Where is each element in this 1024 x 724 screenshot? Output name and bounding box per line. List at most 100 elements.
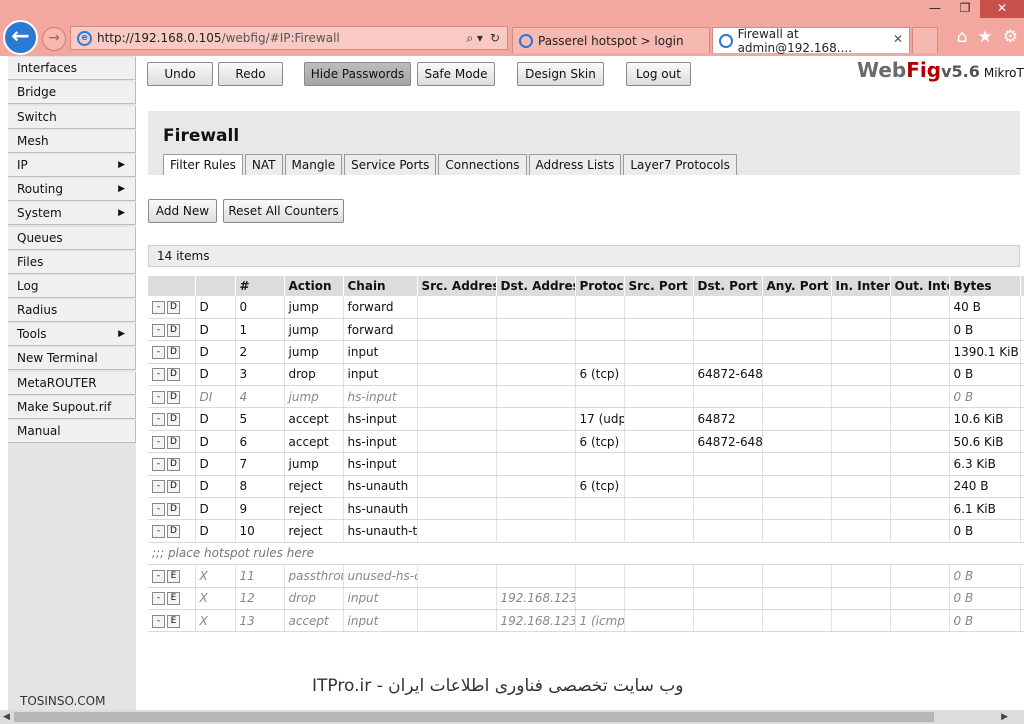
remove-rule-button[interactable]: - — [152, 323, 165, 337]
close-window-button[interactable]: ✕ — [980, 0, 1024, 18]
table-row[interactable]: -DD9rejecths-unauth6.1 KiB5 — [148, 497, 1024, 521]
log-out-button[interactable]: Log out — [626, 62, 691, 86]
sidebar-item-switch[interactable]: Switch — [8, 105, 136, 129]
sidebar-item-tools[interactable]: Tools ▶ — [8, 323, 136, 347]
table-row[interactable]: - D D 0 jump forward 40 B — [148, 296, 1024, 319]
disable-rule-button[interactable]: D — [167, 502, 180, 516]
column-header[interactable]: Src. Port — [624, 276, 694, 296]
enable-rule-button[interactable]: E — [167, 614, 180, 628]
sidebar-item-ip[interactable]: IP ▶ — [8, 153, 136, 177]
table-row[interactable]: -DD7jumphs-input6.3 KiB5 — [148, 452, 1024, 476]
tab-filter-rules[interactable]: Filter Rules — [163, 154, 243, 175]
column-header[interactable]: Dst. Port — [693, 276, 763, 296]
disable-rule-button[interactable]: D — [167, 368, 180, 382]
remove-rule-button[interactable]: - — [152, 435, 165, 449]
address-bar[interactable]: e http://192.168.0.105/webfig/#IP:Firewa… — [70, 26, 508, 50]
table-row[interactable]: -DD3dropinput6 (tcp)64872-64870 B0 — [148, 363, 1024, 387]
redo-button[interactable]: Redo — [218, 62, 283, 86]
sidebar-item-routing[interactable]: Routing ▶ — [8, 178, 136, 202]
sidebar-item-files[interactable]: Files — [8, 250, 136, 274]
address-url[interactable]: http://192.168.0.105/webfig/#IP:Firewall — [97, 31, 466, 45]
enable-rule-button[interactable]: E — [167, 569, 180, 583]
search-icon[interactable]: ⌕ ▾ — [466, 31, 483, 46]
column-header[interactable]: Bytes — [949, 276, 1021, 296]
disable-rule-button[interactable]: D — [167, 525, 180, 539]
design-skin-button[interactable]: Design Skin — [517, 62, 604, 86]
scroll-left-icon[interactable]: ◀ — [3, 710, 10, 724]
home-icon[interactable]: ⌂ — [957, 27, 968, 47]
sidebar-item-interfaces[interactable]: Interfaces — [8, 57, 136, 81]
table-row[interactable]: - D D 5 accept hs-input 17 (udp 64872 10.6 KiB — [148, 407, 1024, 431]
disable-rule-button[interactable]: D — [167, 300, 180, 314]
table-row[interactable]: - D D 8 reject hs-unauth 6 (tcp) 240 B — [148, 475, 1024, 499]
column-header[interactable]: Src. Address — [417, 276, 497, 296]
remove-rule-button[interactable]: - — [152, 368, 165, 382]
table-row[interactable]: -DD2jumpinput1390.1 KiB6 — [148, 340, 1024, 364]
sidebar-item-radius[interactable]: Radius — [8, 299, 136, 323]
scroll-right-icon[interactable]: ▶ — [1001, 710, 1008, 724]
table-row[interactable]: -EX13acceptinput192.168.123.1 (icmp0 B0 — [148, 609, 1024, 633]
remove-rule-button[interactable]: - — [152, 502, 165, 516]
close-tab-icon[interactable]: ✕ — [893, 32, 903, 46]
sidebar-item-metarouter[interactable]: MetaROUTER — [8, 371, 136, 395]
sidebar-item-make-supout-rif[interactable]: Make Supout.rif — [8, 395, 136, 419]
sidebar-item-manual[interactable]: Manual — [8, 420, 136, 443]
maximize-button[interactable]: ❐ — [950, 0, 980, 18]
remove-rule-button[interactable]: - — [152, 300, 165, 314]
disable-rule-button[interactable]: D — [167, 390, 180, 404]
tab-address-lists[interactable]: Address Lists — [528, 154, 622, 175]
hide-passwords-button[interactable]: Hide Passwords — [304, 62, 411, 86]
add-new-button[interactable]: Add New — [148, 199, 217, 223]
new-tab-button[interactable] — [912, 27, 938, 53]
star-icon[interactable]: ★ — [978, 27, 993, 47]
sidebar-item-log[interactable]: Log — [8, 274, 136, 298]
refresh-icon[interactable]: ↻ — [490, 31, 500, 45]
remove-rule-button[interactable]: - — [152, 480, 165, 494]
column-header[interactable]: In. Interface — [831, 276, 891, 296]
column-header[interactable]: Dst. Address — [496, 276, 576, 296]
remove-rule-button[interactable]: - — [152, 390, 165, 404]
table-row[interactable]: -EX12dropinput192.168.123.0 B0 — [148, 587, 1024, 610]
remove-rule-button[interactable]: - — [152, 413, 165, 427]
table-row[interactable]: -DD6accepths-input6 (tcp)64872-648750.6 … — [148, 430, 1024, 454]
column-header[interactable]: Any. Port — [762, 276, 832, 296]
sidebar-item-system[interactable]: System ▶ — [8, 202, 136, 226]
enable-rule-button[interactable]: E — [167, 592, 180, 606]
table-row[interactable]: -EX11passthrouunused-hs-c0 B0 — [148, 564, 1024, 588]
sidebar-item-queues[interactable]: Queues — [8, 226, 136, 250]
table-row[interactable]: -DD1jumpforward0 B0 — [148, 318, 1024, 342]
disable-rule-button[interactable]: D — [167, 457, 180, 471]
tab-connections[interactable]: Connections — [438, 154, 527, 175]
tab-mangle[interactable]: Mangle — [284, 154, 343, 175]
tab-nat[interactable]: NAT — [244, 154, 283, 175]
back-button[interactable]: ← — [3, 20, 38, 55]
tab-service-ports[interactable]: Service Ports — [344, 154, 437, 175]
tab-layer7-protocols[interactable]: Layer7 Protocols — [623, 154, 737, 175]
disable-rule-button[interactable]: D — [167, 345, 180, 359]
browser-tab-firewall[interactable]: Firewall at admin@192.168.... ✕ — [712, 27, 910, 55]
table-row[interactable]: -DD10rejecths-unauth-to0 B0 — [148, 519, 1024, 543]
column-header[interactable]: Action — [284, 276, 344, 296]
remove-rule-button[interactable]: - — [152, 345, 165, 359]
scrollbar-thumb[interactable] — [14, 712, 934, 722]
column-header[interactable]: Packets — [1020, 276, 1024, 296]
column-header[interactable]: Protocol — [575, 276, 625, 296]
sidebar-item-bridge[interactable]: Bridge — [8, 81, 136, 105]
column-header[interactable]: # — [235, 276, 285, 296]
undo-button[interactable]: Undo — [147, 62, 213, 86]
gear-icon[interactable]: ⚙ — [1003, 27, 1018, 47]
minimize-button[interactable]: — — [920, 0, 950, 18]
column-header[interactable]: Out. Interface — [890, 276, 950, 296]
disable-rule-button[interactable]: D — [167, 435, 180, 449]
reset-all-counters-button[interactable]: Reset All Counters — [223, 199, 344, 223]
disable-rule-button[interactable]: D — [167, 480, 180, 494]
disable-rule-button[interactable]: D — [167, 413, 180, 427]
remove-rule-button[interactable]: - — [152, 525, 165, 539]
column-header[interactable]: Chain — [343, 276, 418, 296]
remove-rule-button[interactable]: - — [152, 592, 165, 606]
column-header[interactable] — [195, 276, 236, 296]
column-header[interactable] — [148, 276, 196, 296]
browser-tab-hotspot-login[interactable]: Passerel hotspot > login — [512, 27, 710, 53]
remove-rule-button[interactable]: - — [152, 614, 165, 628]
disable-rule-button[interactable]: D — [167, 323, 180, 337]
